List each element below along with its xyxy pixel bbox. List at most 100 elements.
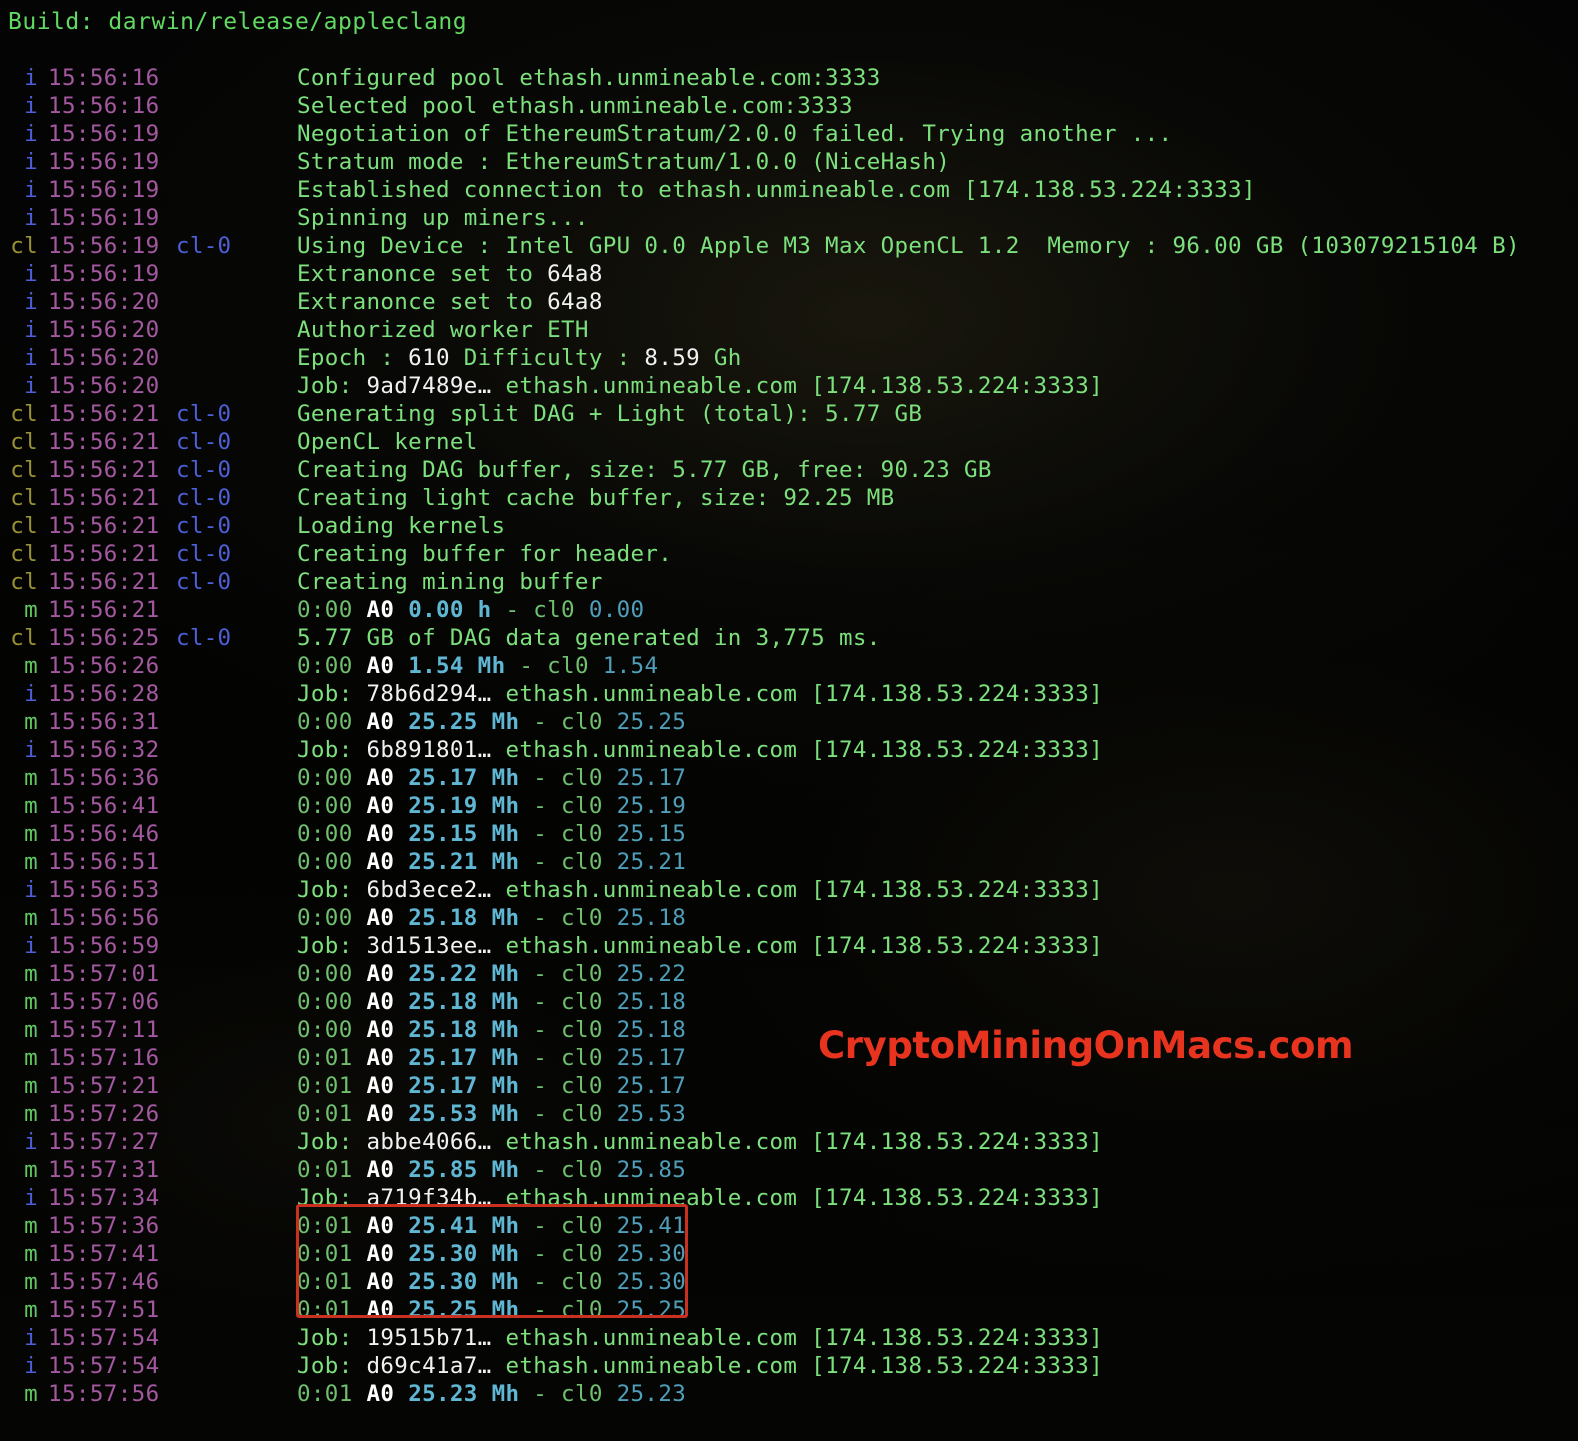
log-row: m 15:56:56 0:00 A0 25.18 Mh - cl0 25.18 [0, 904, 1578, 932]
log-message-segment: 0.00 h [408, 597, 492, 623]
log-row: m 15:57:46 0:01 A0 25.30 Mh - cl0 25.30 [0, 1268, 1578, 1296]
log-message-segment: Creating mining buffer [297, 569, 603, 595]
log-message-segment: 6b891801… [366, 737, 492, 763]
log-row-message: Creating DAG buffer, size: 5.77 GB, free… [297, 456, 992, 484]
log-message-segment: A0 [366, 1241, 395, 1267]
log-message-segment: 25.85 Mh [408, 1157, 520, 1183]
log-message-segment: 0:00 [297, 989, 367, 1015]
log-row-timestamp: 15:57:41 [48, 1241, 160, 1267]
watermark-label: CryptoMiningOnMacs.com [818, 1024, 1354, 1067]
log-row-message: 0:00 A0 25.15 Mh - cl0 25.15 [297, 820, 686, 848]
log-row: i 15:56:28 Job: 78b6d294… ethash.unmineabl… [0, 680, 1578, 708]
log-message-segment: 1.54 Mh [408, 653, 506, 679]
log-message-segment: - cl0 [519, 1213, 617, 1239]
log-message-segment: 0:01 [297, 1073, 367, 1099]
log-row-timestamp: 15:56:59 [48, 933, 160, 959]
log-message-segment: - cl0 [505, 653, 603, 679]
log-row-device-id: cl-0 [176, 485, 232, 511]
log-message-segment: - cl0 [519, 849, 617, 875]
log-row: i 15:56:16 Configured pool ethash.unmineab… [0, 64, 1578, 92]
log-message-segment: 25.53 Mh [408, 1101, 520, 1127]
log-row-tag: m [24, 1297, 38, 1323]
log-message-segment: ethash.unmineable.com [174.138.53.224:33… [491, 373, 1103, 399]
log-message-segment: 0:01 [297, 1269, 367, 1295]
log-message-segment: Creating buffer for header. [297, 541, 673, 567]
log-row-message: 0:01 A0 25.30 Mh - cl0 25.30 [297, 1268, 686, 1296]
log-row: m 15:57:56 0:01 A0 25.23 Mh - cl0 25.23 [0, 1380, 1578, 1408]
log-message-segment: a719f34b… [366, 1185, 492, 1211]
log-row-message: Job: 78b6d294… ethash.unmineable.com [17… [297, 680, 1103, 708]
log-row-timestamp: 15:57:54 [48, 1325, 160, 1351]
log-message-segment: Job: [297, 681, 367, 707]
log-row-tag: i [24, 149, 38, 175]
log-row-tag: m [24, 849, 38, 875]
log-row-tag: m [24, 1381, 38, 1407]
log-message-segment: 25.17 Mh [408, 765, 520, 791]
log-row-timestamp: 15:57:46 [48, 1269, 160, 1295]
log-row-timestamp: 15:56:20 [48, 373, 160, 399]
log-row-message: Job: 3d1513ee… ethash.unmineable.com [17… [297, 932, 1103, 960]
log-row: i 15:56:19 Extranonce set to 64a8 [0, 260, 1578, 288]
log-row-tag: i [24, 261, 38, 287]
log-message-segment: - cl0 [491, 597, 589, 623]
log-row-tag: m [24, 821, 38, 847]
log-row-timestamp: 15:57:31 [48, 1157, 160, 1183]
log-row-timestamp: 15:56:21 [48, 597, 160, 623]
log-row-timestamp: 15:56:16 [48, 65, 160, 91]
log-row-message: 0:00 A0 25.21 Mh - cl0 25.21 [297, 848, 686, 876]
log-row: m 15:57:06 0:00 A0 25.18 Mh - cl0 25.18 [0, 988, 1578, 1016]
log-output-area[interactable]: i 15:56:16 Configured pool ethash.unmineab… [0, 64, 1578, 1408]
log-row-tag: i [24, 205, 38, 231]
log-message-segment: Job: [297, 933, 367, 959]
log-message-segment: Negotiation of EthereumStratum/2.0.0 fai… [297, 121, 1173, 147]
log-message-segment: ethash.unmineable.com [174.138.53.224:33… [491, 1353, 1103, 1379]
log-row-message: Creating buffer for header. [297, 540, 672, 568]
log-message-segment: Authorized worker ETH [297, 317, 589, 343]
log-row-message: 0:01 A0 25.85 Mh - cl0 25.85 [297, 1156, 686, 1184]
log-row-message: 0:00 A0 25.18 Mh - cl0 25.18 [297, 904, 686, 932]
log-row-tag: cl [10, 401, 38, 427]
log-message-segment: 25.30 Mh [408, 1241, 520, 1267]
log-message-segment [394, 1213, 408, 1239]
log-message-segment [394, 1101, 408, 1127]
log-row-message: Job: d69c41a7… ethash.unmineable.com [17… [297, 1352, 1103, 1380]
log-row-timestamp: 15:57:16 [48, 1045, 160, 1071]
log-message-segment: 25.15 [616, 821, 687, 847]
log-row: m 15:57:51 0:01 A0 25.25 Mh - cl0 25.25 [0, 1296, 1578, 1324]
log-message-segment: Configured pool ethash.unmineable.com:33… [297, 65, 881, 91]
log-message-segment: A0 [366, 849, 395, 875]
log-row-timestamp: 15:56:16 [48, 93, 160, 119]
log-row-message: Configured pool ethash.unmineable.com:33… [297, 64, 881, 92]
log-row: i 15:56:20 Extranonce set to 64a8 [0, 288, 1578, 316]
log-row-tag: cl [10, 513, 38, 539]
log-message-segment: 25.53 [616, 1101, 687, 1127]
log-row-message: Job: 6bd3ece2… ethash.unmineable.com [17… [297, 876, 1103, 904]
log-message-segment: 25.25 [616, 709, 687, 735]
log-row-message: Job: 9ad7489e… ethash.unmineable.com [17… [297, 372, 1103, 400]
log-message-segment: Job: [297, 1129, 367, 1155]
log-message-segment: A0 [366, 1297, 395, 1323]
log-row-timestamp: 15:56:53 [48, 877, 160, 903]
log-row: i 15:56:59 Job: 3d1513ee… ethash.unmineabl… [0, 932, 1578, 960]
log-row-timestamp: 15:56:41 [48, 793, 160, 819]
log-row-tag: cl [10, 457, 38, 483]
log-row-device-id: cl-0 [176, 401, 232, 427]
build-header-label: Build: darwin/release/appleclang [8, 9, 468, 35]
log-message-segment: 0:01 [297, 1381, 367, 1407]
log-row-device-id: cl-0 [176, 429, 232, 455]
log-message-segment: 25.19 Mh [408, 793, 520, 819]
log-message-segment: 0:00 [297, 793, 367, 819]
log-row-tag: m [24, 793, 38, 819]
log-row: m 15:57:26 0:01 A0 25.53 Mh - cl0 25.53 [0, 1100, 1578, 1128]
log-row: cl 15:56:21 cl-0 Generating split DAG + Lig… [0, 400, 1578, 428]
log-row: m 15:56:26 0:00 A0 1.54 Mh - cl0 1.54 [0, 652, 1578, 680]
log-row-message: 0:00 A0 25.19 Mh - cl0 25.19 [297, 792, 686, 820]
log-message-segment: 0:01 [297, 1241, 367, 1267]
log-message-segment: 25.17 [616, 1073, 687, 1099]
terminal-window[interactable]: Build: darwin/release/appleclang i 15:56:… [0, 0, 1578, 1441]
log-row-timestamp: 15:56:21 [48, 485, 160, 511]
log-message-segment [394, 821, 408, 847]
log-message-segment: 25.22 Mh [408, 961, 520, 987]
log-row: i 15:56:19 Established connection to ethas… [0, 176, 1578, 204]
log-message-segment: Gh [700, 345, 742, 371]
